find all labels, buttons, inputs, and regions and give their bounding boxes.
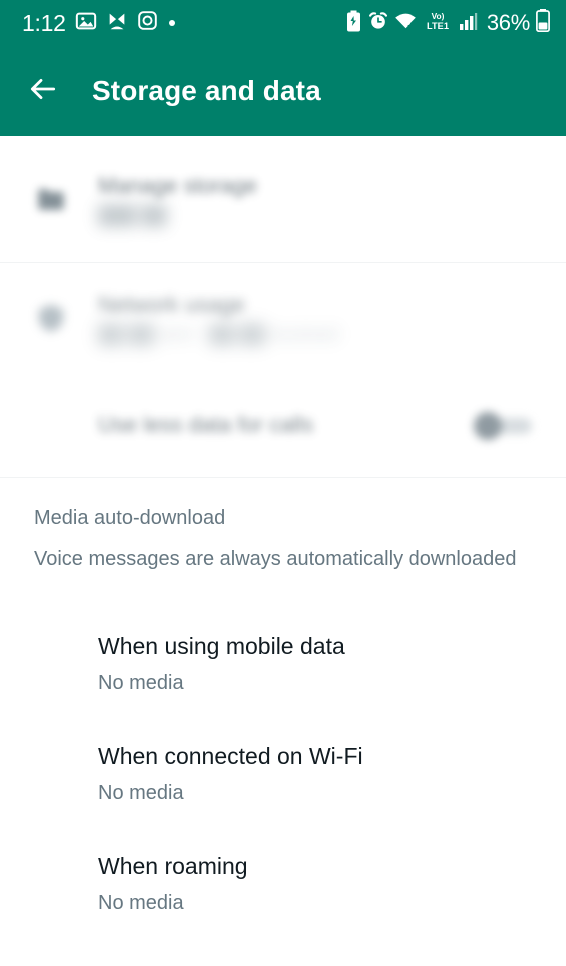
network-usage-subtitle: ██ ██ sent · ██ ██ received	[98, 324, 339, 344]
media-item-title: When using mobile data	[98, 633, 345, 660]
signal-bars-icon	[459, 11, 479, 36]
alarm-icon	[368, 11, 388, 36]
media-item-value: No media	[98, 891, 184, 914]
media-item-mobile-data[interactable]: When using mobile data No media	[0, 609, 566, 719]
media-auto-download-list: When using mobile data No media When con…	[0, 609, 566, 939]
battery-icon	[536, 9, 550, 37]
use-less-data-for-calls-toggle[interactable]	[474, 412, 536, 440]
photos-icon	[75, 10, 97, 37]
page-title: Storage and data	[92, 75, 321, 106]
mms-contact-icon	[106, 10, 128, 37]
manage-storage-text: Manage storage ███ ██	[78, 172, 542, 227]
media-item-value: No media	[98, 671, 184, 694]
back-button[interactable]	[26, 74, 60, 108]
media-section-title: Media auto-download	[34, 507, 226, 529]
settings-content: Manage storage ███ ██ Network usage ██ █…	[0, 136, 566, 939]
media-auto-download-section: Media auto-download Voice messages are a…	[0, 478, 566, 939]
status-bar-left: 1:12	[22, 10, 175, 37]
use-less-data-for-calls-row[interactable]: Use less data for calls	[0, 373, 566, 477]
status-bar: 1:12 Vo) LTE1 36%	[0, 0, 566, 46]
media-item-wifi[interactable]: When connected on Wi-Fi No media	[0, 719, 566, 829]
manage-storage-row[interactable]: Manage storage ███ ██	[0, 136, 566, 262]
app-bar: Storage and data	[0, 46, 566, 136]
manage-storage-title: Manage storage	[98, 172, 257, 198]
dot-indicator-icon	[168, 20, 175, 26]
volte-icon: Vo) LTE1	[423, 10, 453, 37]
network-usage-icon	[24, 301, 78, 335]
media-item-roaming[interactable]: When roaming No media	[0, 829, 566, 939]
toggle-thumb	[474, 412, 502, 440]
status-bar-right: Vo) LTE1 36%	[345, 9, 550, 37]
svg-text:Vo): Vo)	[431, 11, 444, 21]
media-item-title: When roaming	[98, 853, 248, 880]
media-section-description: Voice messages are always automatically …	[34, 548, 517, 570]
network-usage-row[interactable]: Network usage ██ ██ sent · ██ ██ receive…	[0, 263, 566, 373]
use-less-data-title: Use less data for calls	[98, 412, 314, 438]
media-auto-download-header: Media auto-download Voice messages are a…	[0, 506, 566, 571]
wifi-icon	[394, 11, 417, 36]
manage-storage-subtitle: ███ ██	[98, 205, 167, 225]
media-item-value: No media	[98, 781, 184, 804]
back-arrow-icon	[27, 73, 59, 110]
battery-percent-label: 36%	[486, 10, 530, 35]
network-usage-title: Network usage	[98, 291, 245, 317]
network-usage-text: Network usage ██ ██ sent · ██ ██ receive…	[78, 291, 542, 346]
status-clock: 1:12	[22, 9, 66, 36]
svg-text:LTE1: LTE1	[427, 20, 449, 30]
media-item-title: When connected on Wi-Fi	[98, 743, 363, 770]
use-less-data-text: Use less data for calls	[78, 411, 474, 439]
folder-storage-icon	[24, 182, 78, 216]
instagram-icon	[137, 10, 158, 36]
battery-saver-icon	[345, 10, 362, 37]
app-screen: 1:12 Vo) LTE1 36% Storage and data Manag…	[0, 0, 566, 966]
